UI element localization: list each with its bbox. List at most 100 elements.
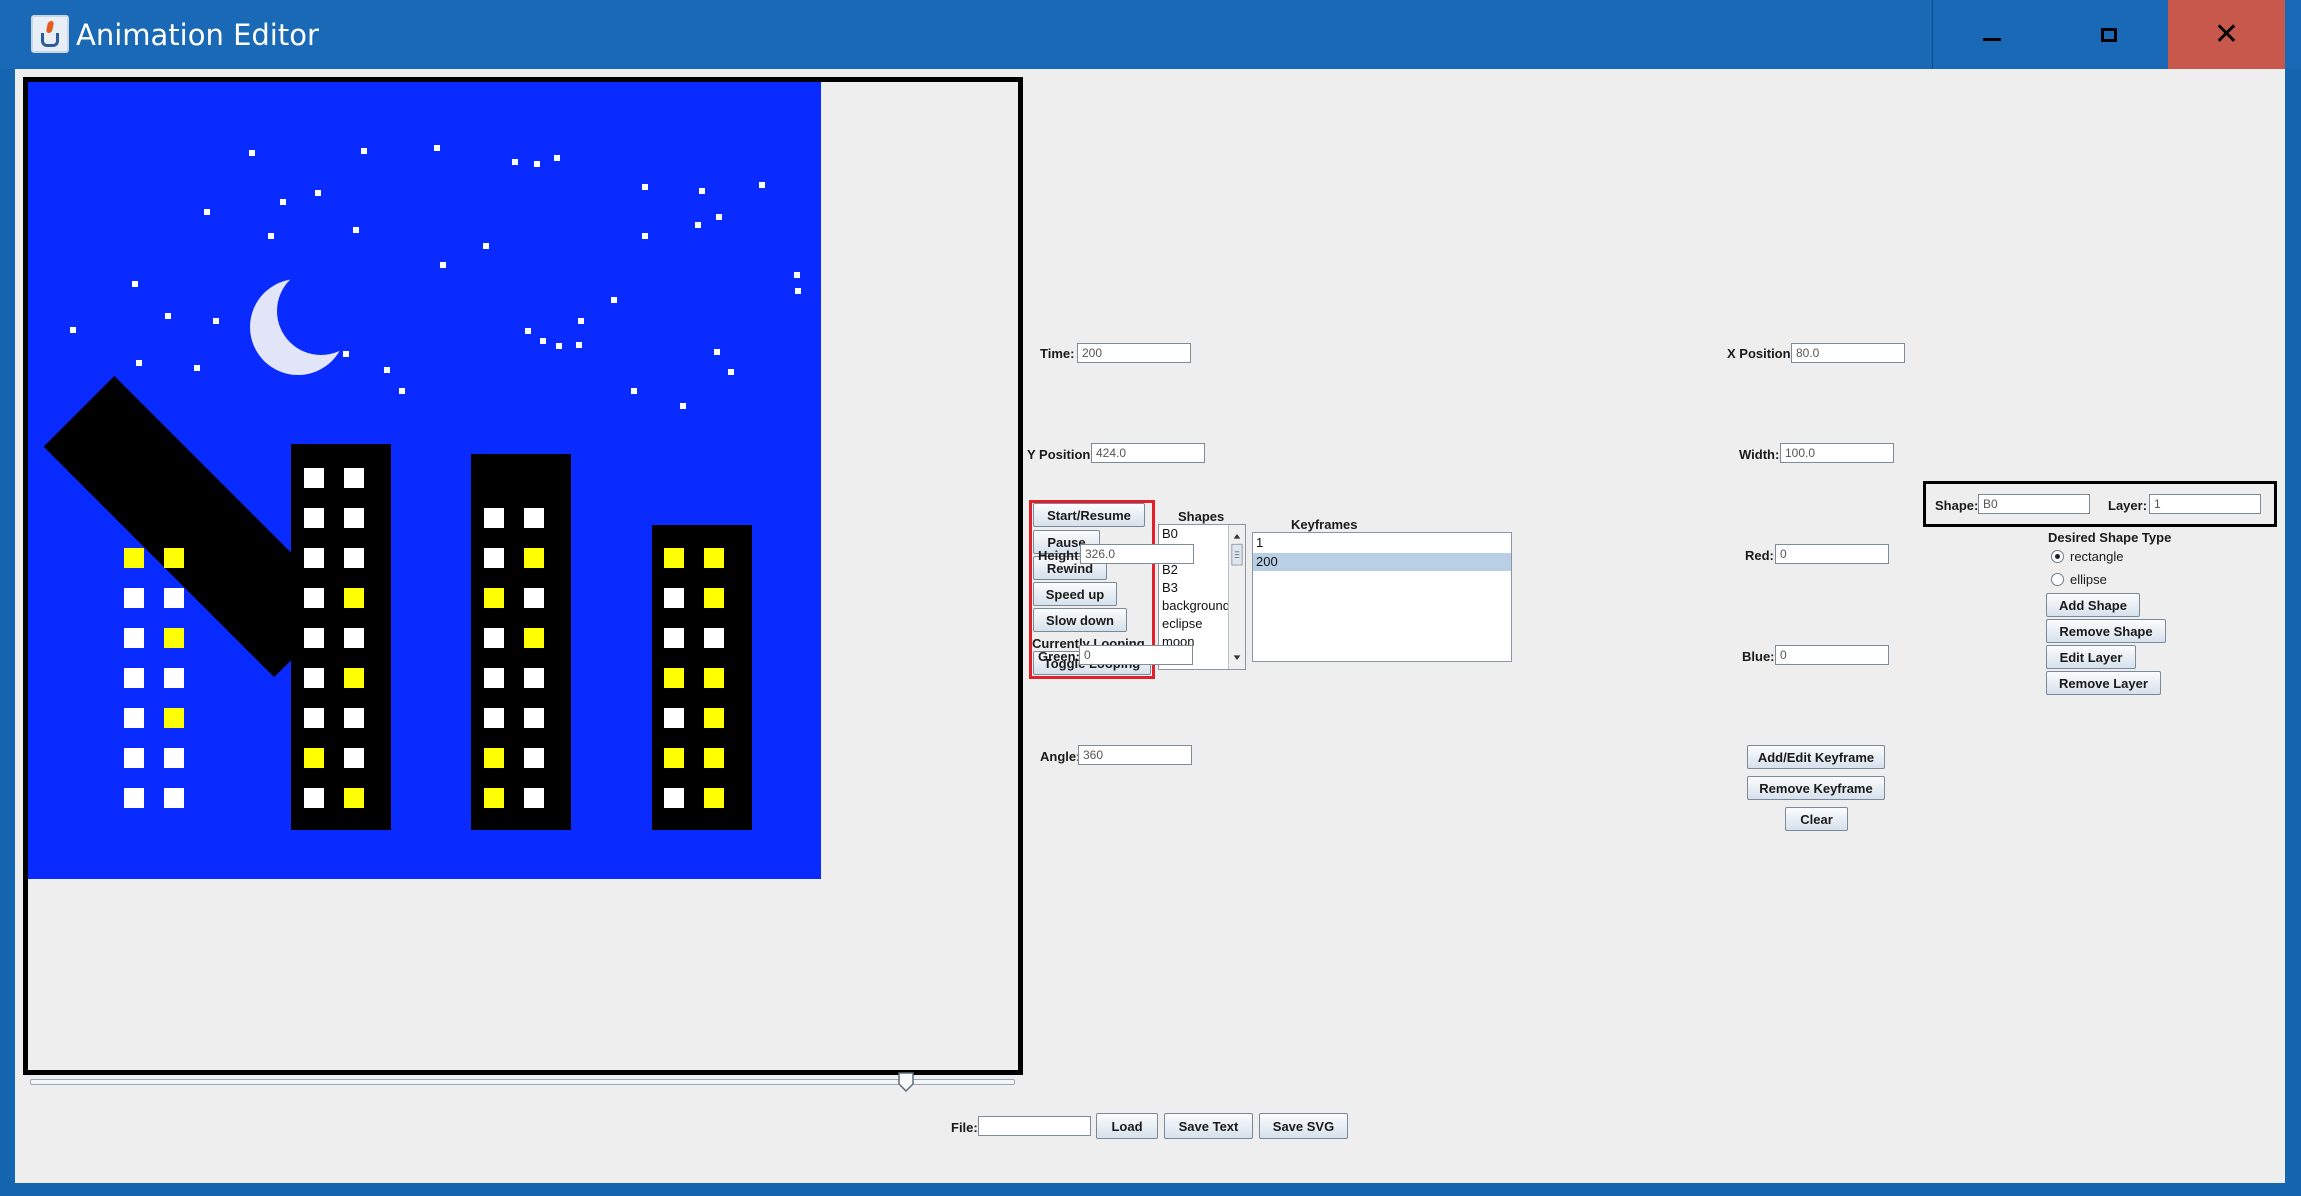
window-dark	[484, 548, 504, 568]
keyframe-item-selected[interactable]: 200	[1253, 553, 1511, 571]
star	[714, 349, 720, 355]
title-bar[interactable]: Animation Editor ✕	[0, 0, 2301, 69]
blue-label: Blue:	[1742, 649, 1775, 664]
window-dark	[164, 668, 184, 688]
layer-field[interactable]	[2149, 494, 2261, 514]
star	[194, 365, 200, 371]
window-dark	[304, 708, 324, 728]
star	[315, 190, 321, 196]
scroll-up-icon[interactable]	[1233, 533, 1241, 539]
window-dark	[524, 668, 544, 688]
time-field[interactable]	[1077, 343, 1191, 363]
start-resume-button[interactable]: Start/Resume	[1033, 503, 1145, 527]
window-lit	[164, 708, 184, 728]
window-dark	[524, 508, 544, 528]
width-field[interactable]	[1780, 443, 1894, 463]
window-lit	[704, 668, 724, 688]
window-dark	[344, 548, 364, 568]
timeline-slider-thumb[interactable]	[898, 1072, 914, 1092]
window-lit	[484, 748, 504, 768]
editor-panel: Start/Resume Pause Rewind Speed up Slow …	[15, 69, 2285, 1183]
maximize-button[interactable]	[2050, 0, 2168, 69]
star	[759, 182, 765, 188]
window-dark	[344, 508, 364, 528]
star	[440, 262, 446, 268]
close-button[interactable]: ✕	[2168, 0, 2285, 69]
window-dark	[484, 628, 504, 648]
animation-scene	[28, 82, 821, 879]
star	[716, 214, 722, 220]
window-lit	[164, 548, 184, 568]
x-position-field[interactable]	[1791, 343, 1905, 363]
star	[699, 188, 705, 194]
window-lit	[704, 708, 724, 728]
red-field[interactable]	[1775, 544, 1889, 564]
star	[576, 342, 582, 348]
star	[578, 318, 584, 324]
shape-name-field[interactable]	[1978, 494, 2090, 514]
minimize-button[interactable]	[1932, 0, 2050, 69]
save-text-button[interactable]: Save Text	[1164, 1113, 1253, 1139]
remove-layer-button[interactable]: Remove Layer	[2046, 671, 2161, 695]
window-lit	[124, 548, 144, 568]
window-dark	[524, 708, 544, 728]
window-dark	[124, 628, 144, 648]
star	[434, 145, 440, 151]
window-dark	[344, 748, 364, 768]
keyframes-list[interactable]: 1 200	[1252, 532, 1512, 662]
save-svg-button[interactable]: Save SVG	[1259, 1113, 1348, 1139]
green-label: Green:	[1038, 649, 1080, 664]
shape-type-header: Desired Shape Type	[2048, 530, 2172, 545]
window-lit	[524, 628, 544, 648]
slow-down-button[interactable]: Slow down	[1033, 608, 1127, 632]
width-label: Width:	[1739, 447, 1780, 462]
minimize-icon	[1982, 38, 2001, 41]
animation-canvas	[23, 77, 1023, 1075]
window-lit	[344, 668, 364, 688]
window-dark	[304, 468, 324, 488]
blue-field[interactable]	[1775, 645, 1889, 665]
star	[794, 272, 800, 278]
shapes-scrollbar[interactable]	[1228, 525, 1245, 669]
window-dark	[664, 588, 684, 608]
window-dark	[124, 788, 144, 808]
add-edit-keyframe-button[interactable]: Add/Edit Keyframe	[1747, 745, 1885, 769]
window-lit	[704, 788, 724, 808]
rectangle-radio-label: rectangle	[2070, 549, 2124, 564]
load-button[interactable]: Load	[1096, 1113, 1158, 1139]
ellipse-radio[interactable]	[2051, 573, 2064, 586]
star	[556, 343, 562, 349]
window-lit	[704, 588, 724, 608]
angle-field[interactable]	[1078, 745, 1192, 765]
window-dark	[484, 708, 504, 728]
window-dark	[164, 788, 184, 808]
speed-up-button[interactable]: Speed up	[1033, 582, 1117, 606]
x-position-label: X Position:	[1727, 346, 1795, 361]
remove-shape-button[interactable]: Remove Shape	[2046, 619, 2166, 643]
window-dark	[304, 628, 324, 648]
edit-layer-button[interactable]: Edit Layer	[2046, 645, 2136, 669]
green-field[interactable]	[1079, 645, 1193, 665]
scroll-down-icon[interactable]	[1233, 655, 1241, 661]
star	[136, 360, 142, 366]
rectangle-radio[interactable]	[2051, 550, 2064, 563]
add-shape-button[interactable]: Add Shape	[2046, 593, 2140, 617]
window-dark	[484, 668, 504, 688]
timeline-slider-track[interactable]	[30, 1079, 1015, 1085]
clear-button[interactable]: Clear	[1785, 807, 1848, 831]
window-dark	[704, 628, 724, 648]
window-lit	[344, 788, 364, 808]
window-lit	[484, 788, 504, 808]
star	[695, 222, 701, 228]
keyframe-item[interactable]: 1	[1253, 534, 1511, 552]
file-path-field[interactable]	[978, 1116, 1091, 1136]
remove-keyframe-button[interactable]: Remove Keyframe	[1747, 776, 1885, 800]
keyframes-header: Keyframes	[1291, 517, 1358, 532]
java-coffee-cup-icon	[31, 15, 69, 53]
star	[483, 243, 489, 249]
y-position-field[interactable]	[1091, 443, 1205, 463]
window-dark	[304, 788, 324, 808]
ellipse-radio-label: ellipse	[2070, 572, 2107, 587]
height-field[interactable]	[1080, 544, 1194, 564]
star	[384, 367, 390, 373]
